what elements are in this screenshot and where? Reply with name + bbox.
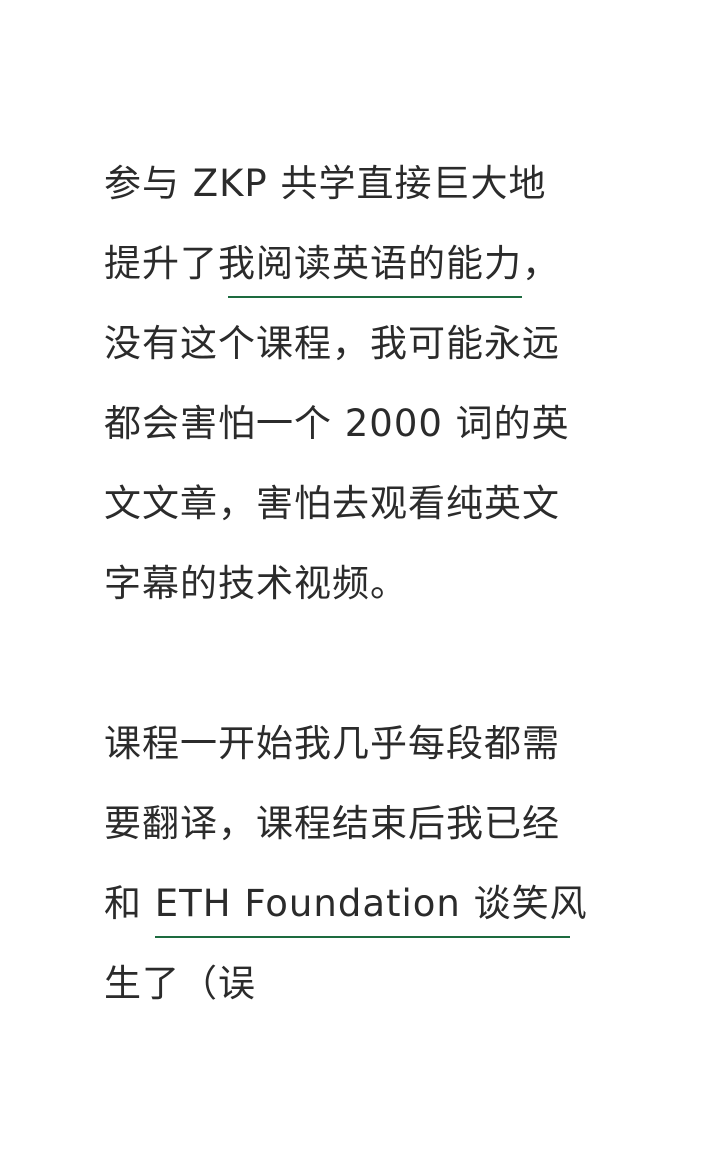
text-line: 课程一开始我几乎每段都需 — [104, 722, 560, 765]
text-line: 字幕的技术视频。 — [104, 562, 408, 605]
text-line: 和 ETH Foundation 谈笑风 — [104, 864, 588, 944]
text-segment: 和 — [104, 882, 155, 925]
highlighted-phrase: 我阅读英语的能力 — [218, 224, 522, 304]
text-line: 参与 ZKP 共学直接巨大地 — [104, 162, 547, 205]
text-line: 文文章，害怕去观看纯英文 — [104, 482, 560, 525]
text-line: 要翻译，课程结束后我已经 — [104, 802, 560, 845]
text-line: 都会害怕一个 2000 词的英 — [104, 402, 570, 445]
text-line: 没有这个课程，我可能永远 — [104, 322, 560, 365]
highlighted-phrase: ETH Foundation 谈笑风 — [154, 864, 588, 944]
text-line: 提升了我阅读英语的能力， — [104, 224, 560, 304]
text-segment: 提升了 — [104, 242, 218, 285]
text-line: 生了（误 — [104, 962, 256, 1005]
text-segment: ， — [522, 242, 560, 285]
